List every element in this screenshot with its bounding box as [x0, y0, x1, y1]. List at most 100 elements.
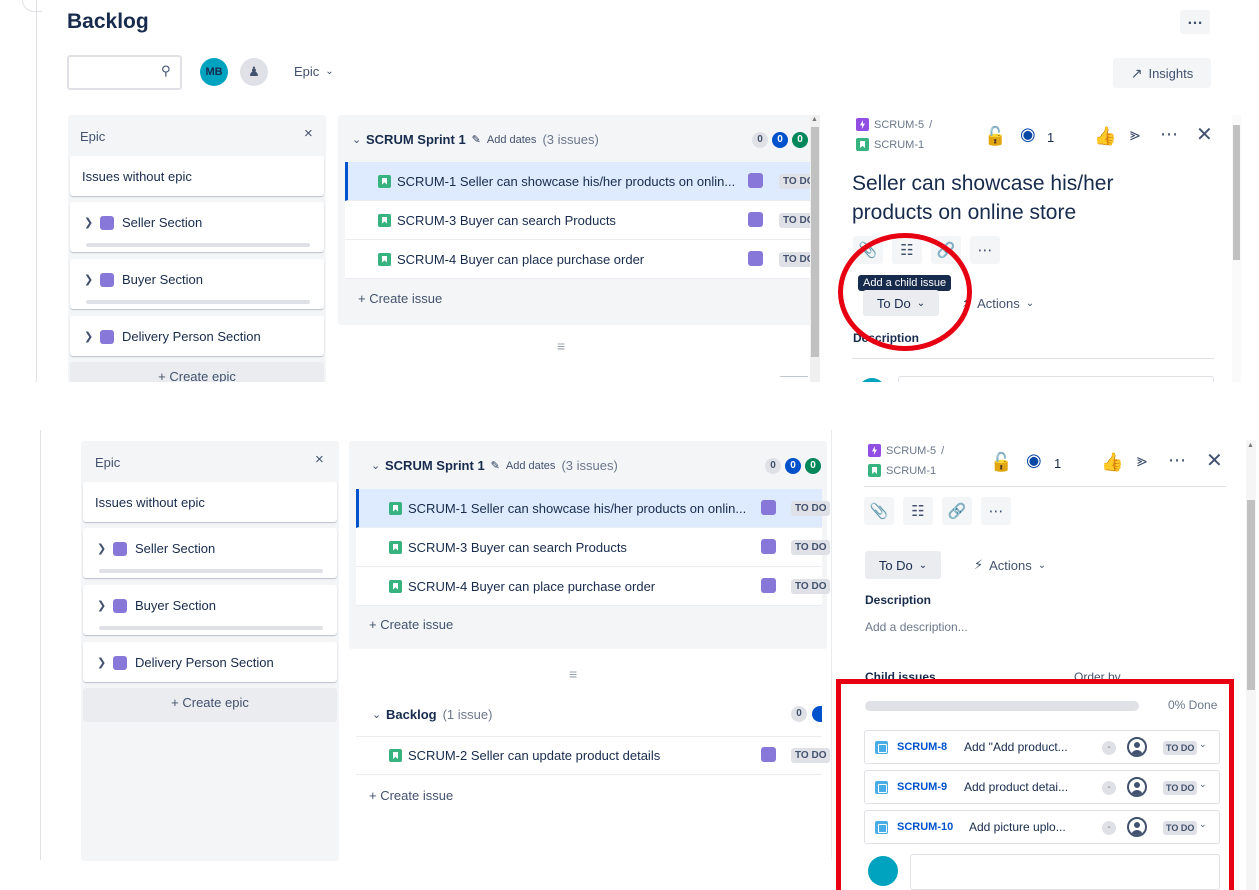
- add-people-icon[interactable]: ♟: [240, 58, 268, 86]
- drag-handle-icon[interactable]: ≡: [569, 666, 577, 682]
- add-child-issue-button[interactable]: ☷: [903, 497, 933, 525]
- status-badge[interactable]: TO DO: [791, 579, 831, 594]
- header-divider: [864, 486, 1226, 487]
- drag-handle-icon[interactable]: ≡: [557, 338, 565, 354]
- description-input[interactable]: Add a description...: [865, 620, 968, 634]
- story-icon: [856, 138, 869, 151]
- vertical-scrollbar[interactable]: [1246, 440, 1256, 890]
- add-dates-link[interactable]: Add dates: [506, 460, 556, 472]
- epic-color-icon: [100, 329, 114, 344]
- epic-item-buyer[interactable]: ❯ Buyer Section: [70, 259, 324, 309]
- share-icon[interactable]: ⪢: [1130, 124, 1140, 145]
- insights-button[interactable]: ↗ Insights: [1113, 58, 1211, 88]
- status-dropdown[interactable]: To Do ⌄: [865, 551, 941, 579]
- issue-row[interactable]: SCRUM-4 Buyer can place purchase order: [345, 240, 810, 279]
- comment-input[interactable]: [898, 376, 1214, 382]
- search-icon: ⚲: [161, 63, 171, 78]
- share-icon[interactable]: ⪢: [1137, 450, 1147, 471]
- eye-icon[interactable]: ◉: [1020, 124, 1036, 145]
- thumbs-up-icon[interactable]: 👍: [1094, 126, 1116, 147]
- issue-row[interactable]: SCRUM-4 Buyer can place purchase order: [356, 567, 822, 606]
- issue-title-line1[interactable]: Seller can showcase his/her: [852, 172, 1113, 196]
- create-epic-button[interactable]: + Create epic: [70, 362, 324, 382]
- issue-row[interactable]: SCRUM-1 Seller can showcase his/her prod…: [345, 162, 810, 201]
- actions-dropdown[interactable]: ⚡ Actions ⌄: [962, 295, 1034, 311]
- count-done: 0: [792, 132, 808, 148]
- divider: [852, 358, 1214, 359]
- more-actions-button[interactable]: ⋯: [970, 236, 1000, 264]
- close-icon[interactable]: ×: [304, 125, 313, 142]
- chevron-right-icon: ❯: [97, 657, 107, 669]
- attach-button[interactable]: 📎: [864, 497, 894, 525]
- issues-without-epic[interactable]: Issues without epic: [70, 156, 324, 196]
- chevron-down-icon: ⌄: [1037, 559, 1047, 571]
- scroll-up-icon[interactable]: ▲: [811, 116, 818, 123]
- screenshot-bottom: Epic × Issues without epic ❯ Seller Secti…: [0, 420, 1259, 890]
- breadcrumb-issue[interactable]: SCRUM-1: [856, 138, 924, 151]
- actions-dropdown[interactable]: ⚡ Actions ⌄: [974, 557, 1046, 573]
- avatar[interactable]: MB: [200, 58, 228, 86]
- sprint-issue-count: (3 issues): [561, 458, 618, 473]
- unlock-icon[interactable]: 🔓: [984, 126, 1006, 147]
- status-badge[interactable]: TO DO: [791, 540, 831, 555]
- sprint-header[interactable]: ⌄ SCRUM Sprint 1 ✎ Add dates (3 issues): [371, 458, 618, 473]
- epic-item-seller[interactable]: ❯ Seller Section: [70, 202, 324, 252]
- eye-icon[interactable]: ◉: [1026, 450, 1042, 471]
- more-icon: ⋯: [977, 242, 993, 259]
- issue-row[interactable]: SCRUM-3 Buyer can search Products: [356, 528, 822, 567]
- link-button[interactable]: 🔗: [942, 497, 972, 525]
- scroll-up-icon[interactable]: ▲: [1247, 442, 1254, 449]
- issues-without-epic[interactable]: Issues without epic: [83, 482, 337, 522]
- close-icon[interactable]: ✕: [1196, 122, 1213, 147]
- epic-item-buyer[interactable]: ❯ Buyer Section: [83, 585, 337, 635]
- search-input[interactable]: ⚲: [67, 55, 182, 90]
- scroll-down-icon[interactable]: [780, 376, 808, 382]
- epic-color-icon: [748, 173, 763, 188]
- breadcrumb-issue[interactable]: SCRUM-1: [868, 464, 936, 477]
- count-inprogress: [812, 706, 822, 722]
- issue-row[interactable]: SCRUM-2 Seller can update product detail…: [356, 736, 822, 775]
- thumbs-up-icon[interactable]: 👍: [1101, 452, 1123, 473]
- more-icon[interactable]: ⋯: [1160, 124, 1178, 145]
- more-actions-button[interactable]: ⋯: [981, 497, 1011, 525]
- issue-title-line2[interactable]: products on online store: [852, 201, 1076, 225]
- close-icon[interactable]: ✕: [1206, 448, 1223, 473]
- story-icon: [389, 579, 402, 593]
- epic-filter-dropdown[interactable]: Epic ⌄: [294, 64, 334, 79]
- backlog-header[interactable]: ⌄ Backlog (1 issue): [372, 707, 492, 722]
- chevron-right-icon: ❯: [97, 600, 107, 612]
- breadcrumb-parent[interactable]: SCRUM-5 /: [856, 118, 932, 131]
- vertical-scrollbar[interactable]: [1232, 115, 1241, 382]
- more-icon[interactable]: ⋯: [1168, 450, 1186, 471]
- story-icon: [378, 213, 391, 227]
- backlog-scrollbar[interactable]: [810, 115, 820, 382]
- create-epic-button[interactable]: + Create epic: [83, 688, 337, 722]
- epic-color-icon: [748, 251, 763, 266]
- lightning-icon: ⚡: [974, 557, 984, 572]
- watch-count: 1: [1054, 456, 1062, 471]
- create-issue-button[interactable]: + Create issue: [358, 291, 442, 306]
- status-badge[interactable]: TO DO: [791, 748, 831, 763]
- epic-item-seller[interactable]: ❯ Seller Section: [83, 528, 337, 578]
- count-todo: 0: [765, 458, 781, 474]
- breadcrumb-parent[interactable]: SCRUM-5 /: [868, 444, 944, 457]
- rail-curve: [22, 0, 42, 12]
- count-todo: 0: [791, 706, 807, 722]
- epic-item-delivery[interactable]: ❯ Delivery Person Section: [83, 642, 337, 682]
- issue-row[interactable]: SCRUM-1 Seller can showcase his/her prod…: [356, 489, 822, 528]
- close-icon[interactable]: ×: [315, 451, 324, 468]
- chevron-right-icon: ❯: [97, 543, 107, 555]
- status-badge[interactable]: TO DO: [791, 501, 831, 516]
- sprint-header[interactable]: ⌄ SCRUM Sprint 1 ✎ Add dates (3 issues): [352, 132, 599, 147]
- create-issue-button[interactable]: + Create issue: [369, 617, 453, 632]
- story-icon: [389, 749, 402, 762]
- epic-item-delivery[interactable]: ❯ Delivery Person Section: [70, 316, 324, 356]
- unlock-icon[interactable]: 🔓: [990, 452, 1012, 473]
- epic-color-icon: [113, 598, 127, 613]
- add-dates-link[interactable]: Add dates: [487, 134, 537, 146]
- annotation-circle: [838, 233, 972, 351]
- create-issue-button[interactable]: + Create issue: [369, 788, 453, 803]
- issue-row[interactable]: SCRUM-3 Buyer can search Products: [345, 201, 810, 240]
- more-button[interactable]: …: [1180, 10, 1210, 34]
- story-icon: [868, 464, 881, 477]
